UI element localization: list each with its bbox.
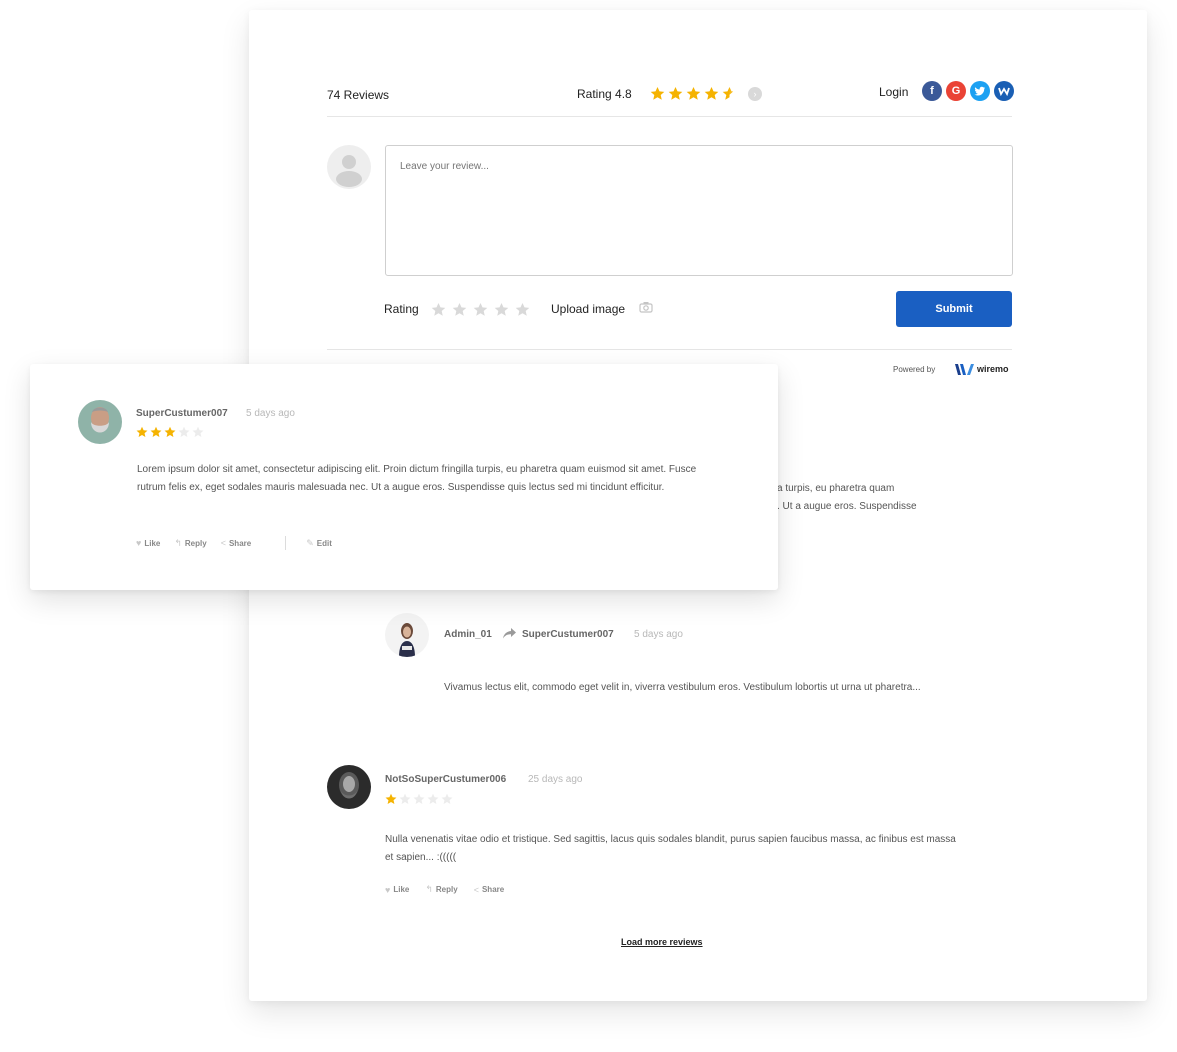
star-icon xyxy=(150,426,162,437)
like-button[interactable]: ♥ Like xyxy=(385,884,409,895)
reply-button[interactable]: ↰ Reply xyxy=(425,884,457,895)
wiremo-icon[interactable] xyxy=(994,81,1014,101)
reply-icon: ↰ xyxy=(425,884,433,894)
rating-input-label: Rating xyxy=(384,302,419,316)
rating-input-stars[interactable] xyxy=(431,302,530,317)
reply-label: Reply xyxy=(435,885,458,894)
wiremo-brand[interactable]: wiremo xyxy=(977,364,1009,374)
review-actions: ♥ Like ↰ Reply < Share ✎ Edit xyxy=(136,536,332,550)
star-empty-icon xyxy=(413,793,425,804)
reply-timestamp: 5 days ago xyxy=(634,629,683,640)
upload-image-label[interactable]: Upload image xyxy=(551,302,625,316)
star-empty-icon xyxy=(441,793,453,804)
reply-button[interactable]: ↰ Reply xyxy=(174,538,206,549)
powered-by-label: Powered by xyxy=(893,365,936,374)
review-textarea[interactable] xyxy=(385,145,1013,276)
star-empty-icon xyxy=(178,426,190,437)
avatar-placeholder xyxy=(327,145,371,189)
submit-button[interactable]: Submit xyxy=(896,291,1012,327)
facebook-icon[interactable]: f xyxy=(922,81,942,101)
header-divider xyxy=(327,116,1012,117)
reply-text: Vivamus lectus elit, commodo eget velit … xyxy=(444,682,921,693)
heart-icon: ♥ xyxy=(136,538,142,548)
user-avatar xyxy=(78,400,122,444)
star-icon xyxy=(650,86,665,100)
rating-label: Rating 4.8 xyxy=(577,87,632,101)
load-more-link[interactable]: Load more reviews xyxy=(621,937,703,947)
star-icon xyxy=(385,793,397,804)
share-label: Share xyxy=(481,885,505,894)
pencil-icon: ✎ xyxy=(306,537,314,548)
google-icon[interactable]: G xyxy=(946,81,966,101)
review-timestamp: 5 days ago xyxy=(246,408,295,419)
star-empty-icon xyxy=(427,793,439,804)
edit-label: Edit xyxy=(316,538,332,548)
star-input-icon[interactable] xyxy=(494,302,509,317)
hidden-review-fragment: . Ut a augue eros. Suspendisse xyxy=(777,501,917,512)
star-icon xyxy=(668,86,683,100)
like-button[interactable]: ♥ Like xyxy=(136,538,160,548)
star-input-icon[interactable] xyxy=(452,302,467,317)
star-input-icon[interactable] xyxy=(431,302,446,317)
review-stars xyxy=(385,793,453,805)
edit-button[interactable]: ✎ Edit xyxy=(306,538,332,549)
reply-label: Reply xyxy=(184,538,207,548)
star-icon xyxy=(136,426,148,437)
share-icon: < xyxy=(220,538,226,548)
average-rating-stars xyxy=(650,86,737,101)
star-empty-icon xyxy=(399,793,411,804)
camera-icon[interactable] xyxy=(639,301,653,313)
user-avatar xyxy=(327,765,371,809)
star-icon xyxy=(686,86,701,100)
reply-to-username[interactable]: SuperCustumer007 xyxy=(522,629,614,640)
twitter-icon[interactable] xyxy=(970,81,990,101)
star-icon xyxy=(704,86,719,100)
like-label: Like xyxy=(393,885,410,894)
rating-info-icon[interactable]: › xyxy=(748,87,762,101)
admin-avatar xyxy=(385,613,429,657)
review-stars xyxy=(136,426,204,438)
like-label: Like xyxy=(144,538,161,548)
review-username[interactable]: NotSoSuperCustumer006 xyxy=(385,774,506,785)
review-text: Nulla venenatis vitae odio et tristique.… xyxy=(385,834,956,863)
reply-arrow-icon xyxy=(503,628,516,639)
social-login-buttons: f G xyxy=(922,81,1014,101)
star-input-icon[interactable] xyxy=(473,302,488,317)
reply-icon: ↰ xyxy=(174,537,182,548)
hidden-review-fragment: a turpis, eu pharetra quam xyxy=(777,483,895,494)
form-divider xyxy=(327,349,1012,350)
review-username[interactable]: SuperCustumer007 xyxy=(136,408,228,419)
half-star-icon xyxy=(722,86,734,100)
share-button[interactable]: < Share xyxy=(221,538,252,548)
wiremo-logo-icon xyxy=(955,364,974,375)
login-link[interactable]: Login xyxy=(879,85,908,99)
review-actions: ♥ Like ↰ Reply < Share xyxy=(385,884,504,895)
highlighted-review-card: SuperCustumer007 5 days ago Lorem ipsum … xyxy=(30,364,778,590)
share-icon: < xyxy=(473,884,479,895)
review-text: Lorem ipsum dolor sit amet, consectetur … xyxy=(137,464,697,493)
star-icon xyxy=(164,426,176,437)
review-count: 74 Reviews xyxy=(327,88,390,102)
heart-icon: ♥ xyxy=(385,884,391,895)
share-label: Share xyxy=(228,538,252,548)
star-empty-icon xyxy=(192,426,204,437)
reply-username[interactable]: Admin_01 xyxy=(444,629,492,640)
share-button[interactable]: < Share xyxy=(474,884,505,895)
review-timestamp: 25 days ago xyxy=(528,774,583,785)
star-input-icon[interactable] xyxy=(515,302,530,317)
action-separator xyxy=(285,536,287,550)
